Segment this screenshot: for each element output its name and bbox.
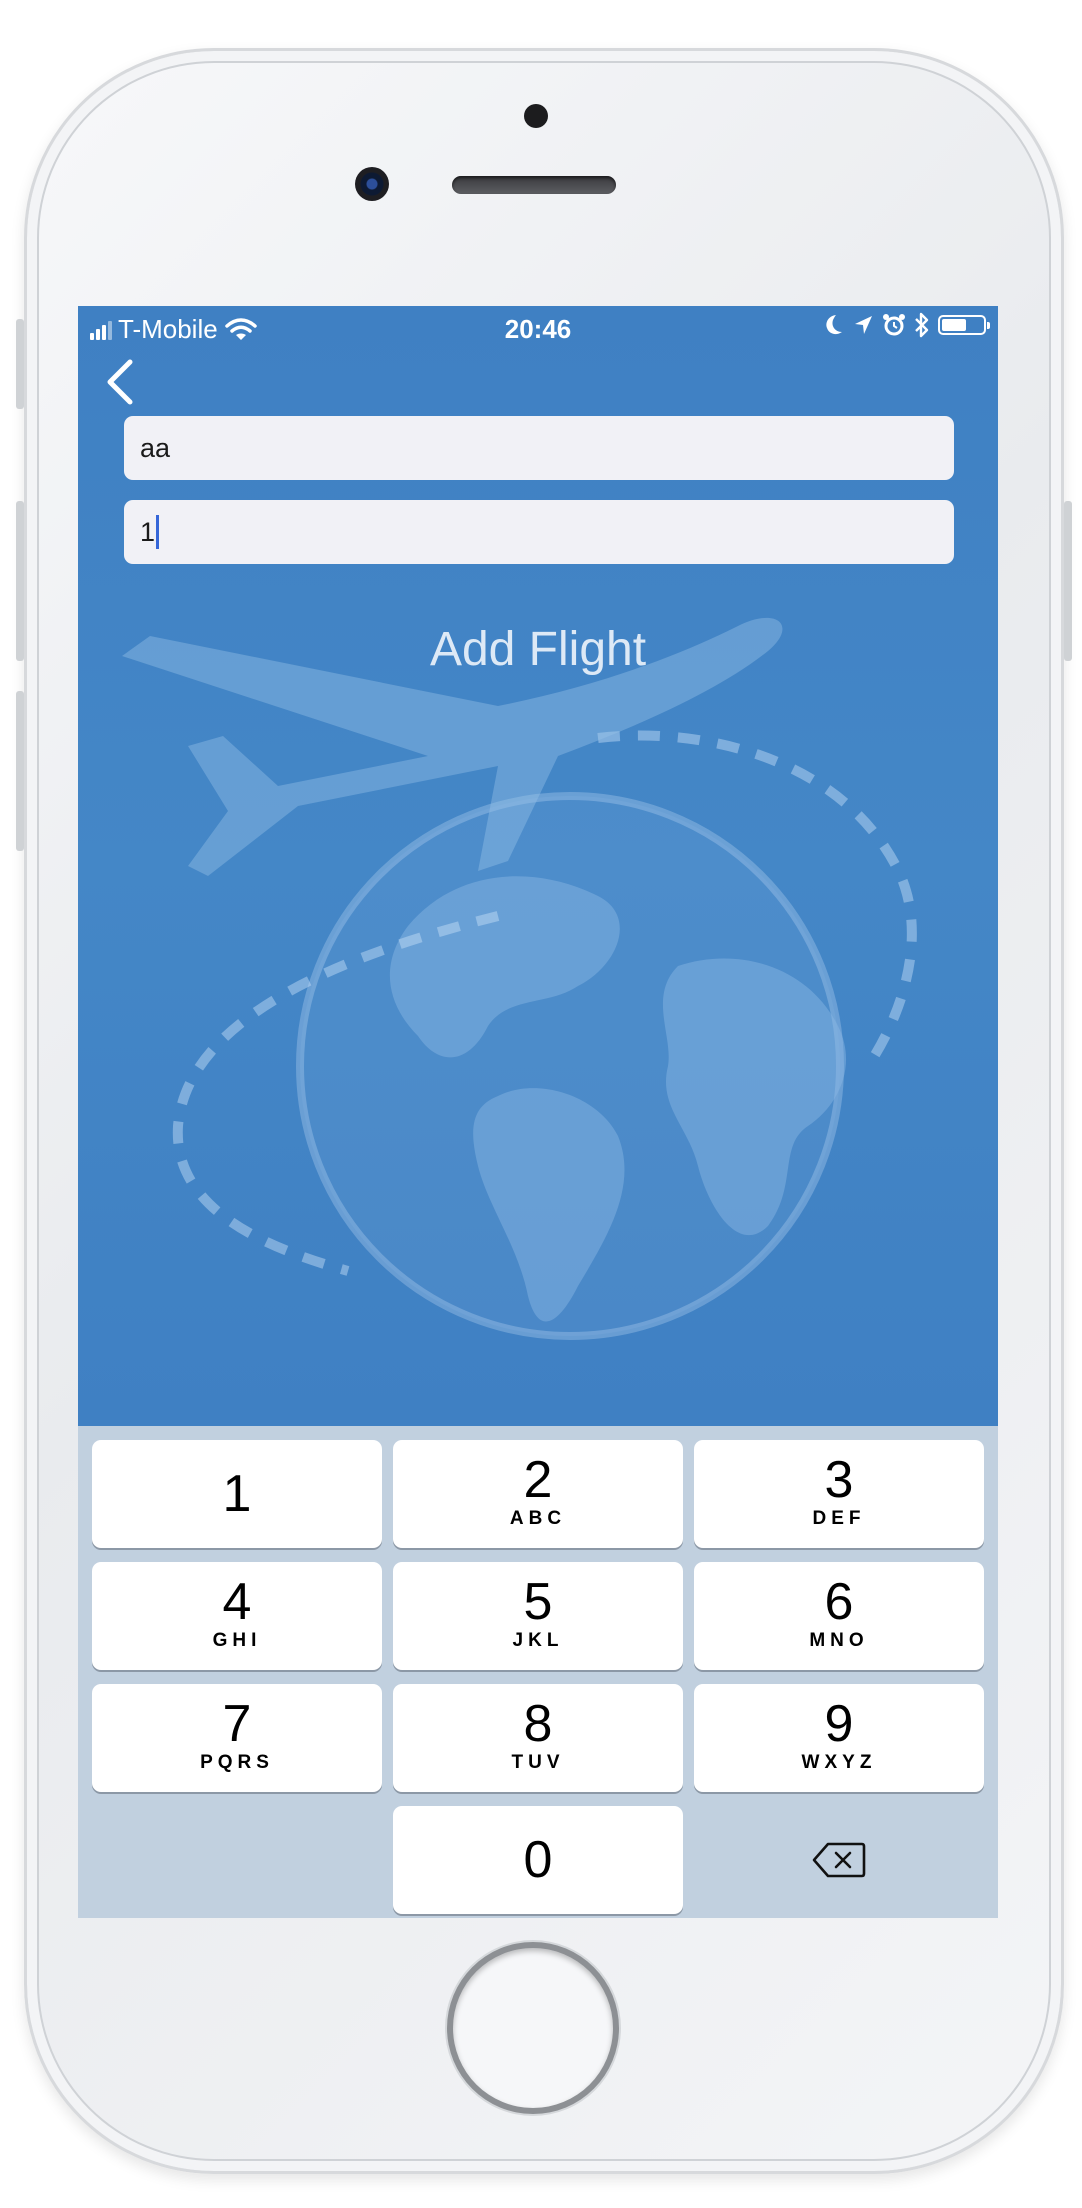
chevron-left-icon bbox=[107, 359, 133, 405]
key-0-digit: 0 bbox=[523, 1831, 553, 1889]
delete-key[interactable] bbox=[694, 1806, 984, 1914]
mute-switch bbox=[16, 319, 24, 409]
key-4-digit: 4 bbox=[222, 1573, 252, 1631]
airline-input-value: aa bbox=[140, 432, 171, 463]
screen: T-Mobile 20:46 aa 1 Add Flight 1 2 ABC 3… bbox=[78, 306, 998, 1918]
battery-icon bbox=[938, 315, 990, 335]
key-8-digit: 8 bbox=[523, 1695, 553, 1753]
key-6[interactable]: 6 MNO bbox=[694, 1562, 984, 1670]
home-button[interactable] bbox=[453, 1948, 613, 2108]
key-1-digit: 1 bbox=[222, 1465, 252, 1523]
airline-input[interactable]: aa bbox=[124, 416, 954, 480]
key-5[interactable]: 5 JKL bbox=[393, 1562, 683, 1670]
key-5-digit: 5 bbox=[523, 1573, 553, 1631]
bluetooth-icon bbox=[915, 312, 929, 338]
key-0[interactable]: 0 bbox=[393, 1806, 683, 1914]
key-7[interactable]: 7 PQRS bbox=[92, 1684, 382, 1792]
key-7-digit: 7 bbox=[222, 1695, 252, 1753]
power-button bbox=[1064, 501, 1072, 661]
moon-icon bbox=[826, 315, 842, 335]
status-bar: T-Mobile 20:46 bbox=[78, 306, 998, 352]
volume-up-button bbox=[16, 501, 24, 661]
backspace-icon bbox=[812, 1842, 866, 1878]
key-6-digit: 6 bbox=[824, 1573, 854, 1631]
key-8-letters: TUV bbox=[511, 1752, 565, 1773]
key-6-letters: MNO bbox=[809, 1630, 869, 1651]
key-3[interactable]: 3 DEF bbox=[694, 1440, 984, 1548]
key-8[interactable]: 8 TUV bbox=[393, 1684, 683, 1792]
numeric-keypad: 1 2 ABC 3 DEF 4 GHI 5 JKL 6 MNO 7 PQRS 8… bbox=[78, 1426, 998, 1918]
key-9-digit: 9 bbox=[824, 1695, 854, 1753]
alarm-clock-icon bbox=[883, 314, 905, 336]
key-9-letters: WXYZ bbox=[801, 1752, 877, 1773]
key-9[interactable]: 9 WXYZ bbox=[694, 1684, 984, 1792]
key-2-digit: 2 bbox=[523, 1451, 553, 1509]
key-1[interactable]: 1 bbox=[92, 1440, 382, 1548]
status-right bbox=[822, 312, 990, 338]
flight-number-input-value: 1 bbox=[140, 516, 156, 547]
back-button[interactable] bbox=[96, 352, 146, 412]
add-flight-button[interactable]: Add Flight bbox=[78, 622, 998, 677]
front-camera bbox=[355, 167, 389, 201]
key-2-letters: ABC bbox=[509, 1508, 567, 1529]
key-3-digit: 3 bbox=[824, 1451, 854, 1509]
key-5-letters: JKL bbox=[512, 1630, 564, 1651]
volume-down-button bbox=[16, 691, 24, 851]
key-3-letters: DEF bbox=[812, 1508, 866, 1529]
key-2[interactable]: 2 ABC bbox=[393, 1440, 683, 1548]
key-4[interactable]: 4 GHI bbox=[92, 1562, 382, 1670]
key-4-letters: GHI bbox=[212, 1630, 262, 1651]
earpiece-speaker bbox=[452, 176, 616, 194]
proximity-sensor bbox=[524, 104, 548, 128]
text-cursor bbox=[156, 515, 160, 549]
location-arrow-icon bbox=[855, 316, 872, 334]
key-7-letters: PQRS bbox=[200, 1752, 274, 1773]
flight-number-input[interactable]: 1 bbox=[124, 500, 954, 564]
